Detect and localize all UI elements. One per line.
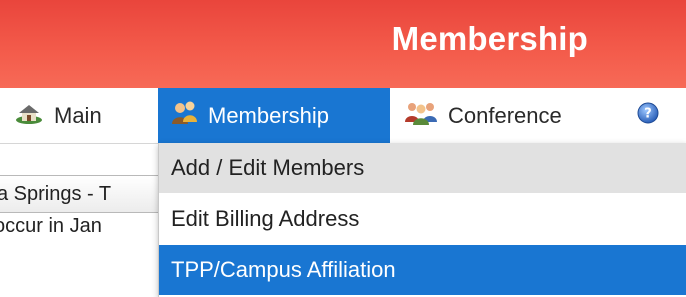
background-content: a Springs - T occur in Jan (0, 175, 160, 297)
menu-item-label: Add / Edit Members (171, 155, 365, 180)
page-title: Membership (391, 20, 588, 57)
help-icon: ? (637, 102, 659, 130)
nav-item-label: Main (54, 102, 102, 128)
nav-item-conference[interactable]: Conference (404, 88, 620, 143)
table-row: occur in Jan (0, 215, 108, 238)
header-banner: Membership (0, 0, 686, 88)
membership-dropdown-menu: Add / Edit Members Edit Billing Address … (158, 143, 686, 297)
nav-item-label: Conference (448, 102, 562, 128)
group-icon (404, 100, 438, 132)
nav-bar: Main Membership Conference ? (0, 88, 686, 144)
svg-text:?: ? (644, 106, 652, 121)
table-header-text: a Springs - T (0, 183, 112, 205)
page: Membership Main Membership Conference ? … (0, 0, 686, 297)
menu-item-add-edit-members[interactable]: Add / Edit Members (159, 143, 686, 194)
menu-item-edit-billing-address[interactable]: Edit Billing Address (159, 194, 686, 245)
menu-item-label: TPP/Campus Affiliation (171, 257, 396, 282)
nav-item-help[interactable]: ? (628, 88, 668, 143)
menu-item-label: Edit Billing Address (171, 206, 360, 231)
nav-item-membership[interactable]: Membership (158, 88, 390, 143)
menu-item-tpp-campus-affiliation[interactable]: TPP/Campus Affiliation (159, 245, 686, 296)
nav-item-main[interactable]: Main (14, 88, 154, 143)
house-icon (14, 101, 44, 131)
people-icon (170, 100, 198, 132)
nav-item-label: Membership (208, 102, 330, 128)
table-header: a Springs - T (0, 175, 160, 213)
table-row-text: occur in Jan (0, 215, 102, 237)
